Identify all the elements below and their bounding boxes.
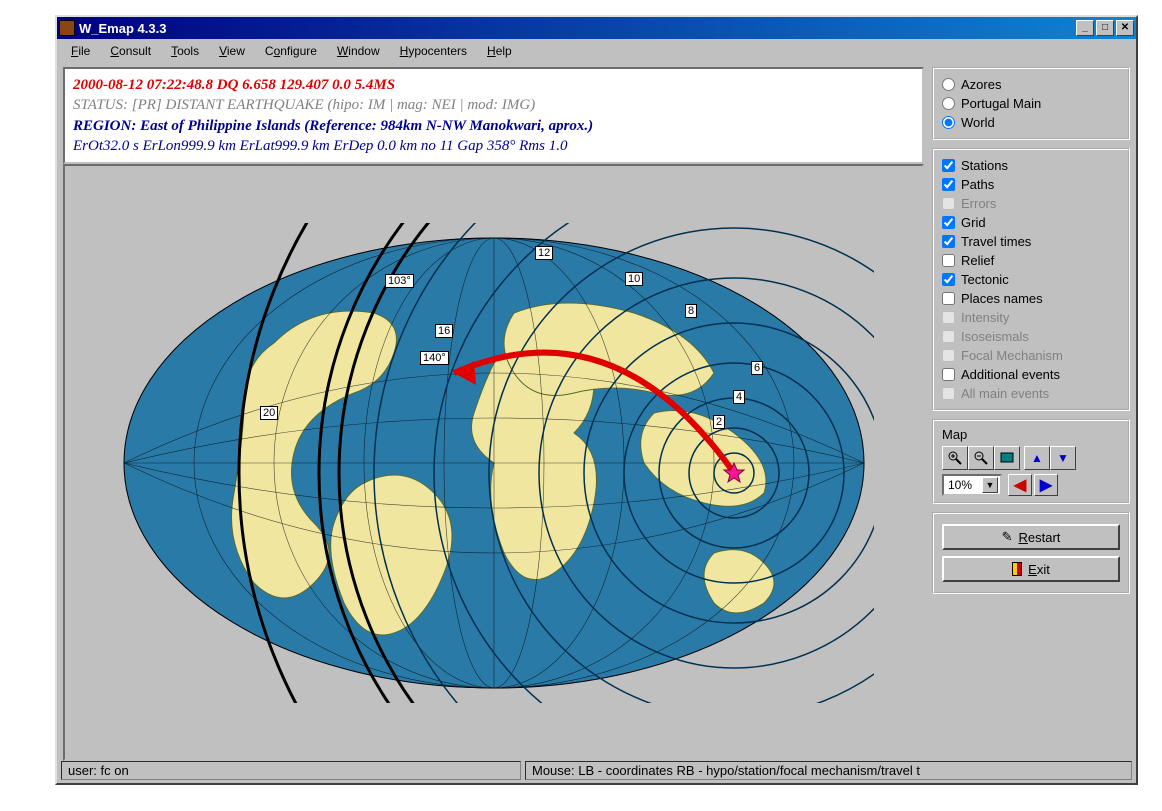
status-user: user: fc on (61, 761, 521, 780)
layer-label: Additional events (961, 367, 1060, 382)
nav-right-button[interactable]: ▶ (1034, 474, 1058, 496)
app-window: W_Emap 4.3.3 _ □ ✕ File Consult Tools Vi… (55, 15, 1138, 785)
layer-label: Paths (961, 177, 994, 192)
menu-hypocenters[interactable]: Hypocenters (392, 42, 475, 60)
label-t2: 2 (713, 415, 725, 429)
menu-help[interactable]: Help (479, 42, 520, 60)
layer-label: Errors (961, 196, 996, 211)
label-t10: 10 (625, 272, 643, 286)
close-button[interactable]: ✕ (1116, 20, 1134, 36)
nav-down-button[interactable]: ▼ (1050, 446, 1076, 470)
layer-paths[interactable]: Paths (942, 175, 1120, 194)
label-t12: 12 (535, 246, 553, 260)
window-title: W_Emap 4.3.3 (79, 21, 1076, 36)
nav-up-button[interactable]: ▲ (1024, 446, 1050, 470)
label-t20: 20 (260, 406, 278, 420)
arrow-down-icon: ▼ (1057, 451, 1069, 465)
layer-travel[interactable]: Travel times (942, 232, 1120, 251)
restart-button[interactable]: ✎ Restart (942, 524, 1120, 550)
layer-relief[interactable]: Relief (942, 251, 1120, 270)
label-d103: 103° (385, 274, 414, 288)
layer-label: Places names (961, 291, 1043, 306)
dropdown-icon: ▼ (982, 477, 998, 493)
layer-label: Travel times (961, 234, 1031, 249)
arrow-up-icon: ▲ (1031, 451, 1043, 465)
layer-label: Focal Mechanism (961, 348, 1063, 363)
layer-grid[interactable]: Grid (942, 213, 1120, 232)
region-world[interactable]: World (942, 113, 1120, 132)
menu-consult[interactable]: Consult (102, 42, 159, 60)
layer-errors: Errors (942, 194, 1120, 213)
layer-label: Relief (961, 253, 994, 268)
zoom-value: 10% (948, 478, 972, 492)
label-t8: 8 (685, 304, 697, 318)
layer-stations[interactable]: Stations (942, 156, 1120, 175)
info-status: STATUS: [PR] DISTANT EARTHQUAKE (hipo: I… (73, 95, 914, 115)
layers-panel: Stations Paths Errors Grid Travel times Relie… (932, 148, 1130, 411)
zoom-out-button[interactable] (968, 446, 994, 470)
layer-label: Tectonic (961, 272, 1009, 287)
label-t4: 4 (733, 390, 745, 404)
event-info-box: 2000-08-12 07:22:48.8 DQ 6.658 129.407 0… (63, 67, 924, 164)
region-portugal[interactable]: Portugal Main (942, 94, 1120, 113)
map-controls-panel: Map ▲ ▼ 10% ▼ (932, 419, 1130, 504)
label-t6: 6 (751, 361, 763, 375)
fit-screen-button[interactable] (994, 446, 1020, 470)
world-map-svg (114, 223, 874, 703)
layer-label: Stations (961, 158, 1008, 173)
screen-icon (1000, 451, 1014, 465)
app-icon (59, 20, 75, 36)
menubar: File Consult Tools View Configure Window… (57, 39, 1136, 63)
arrow-left-icon: ◀ (1014, 475, 1026, 495)
menu-view[interactable]: View (211, 42, 253, 60)
door-icon (1012, 562, 1022, 576)
zoom-in-button[interactable] (942, 446, 968, 470)
menu-window[interactable]: Window (329, 42, 388, 60)
pencil-icon: ✎ (1002, 529, 1013, 545)
info-region: REGION: East of Philippine Islands (Refe… (73, 116, 914, 136)
actions-panel: ✎ Restart Exit (932, 512, 1130, 594)
info-datetime-loc: 2000-08-12 07:22:48.8 DQ 6.658 129.407 0… (73, 75, 914, 95)
zoom-in-icon (948, 451, 962, 465)
zoom-select[interactable]: 10% ▼ (942, 474, 1002, 496)
arrow-right-icon: ▶ (1040, 475, 1052, 495)
nav-left-button[interactable]: ◀ (1008, 474, 1032, 496)
layer-places[interactable]: Places names (942, 289, 1120, 308)
layer-tectonic[interactable]: Tectonic (942, 270, 1120, 289)
label-d140: 140° (420, 351, 449, 365)
layer-isoseismals: Isoseismals (942, 327, 1120, 346)
layer-mainevents: All main events (942, 384, 1120, 403)
layer-focal: Focal Mechanism (942, 346, 1120, 365)
layer-addevents[interactable]: Additional events (942, 365, 1120, 384)
menu-file[interactable]: File (63, 42, 98, 60)
layer-label: Isoseismals (961, 329, 1029, 344)
region-panel: Azores Portugal Main World (932, 67, 1130, 140)
map-canvas[interactable]: 2 4 6 8 10 12 16 20 103° 140° (63, 164, 924, 761)
layer-label: Grid (961, 215, 986, 230)
titlebar: W_Emap 4.3.3 _ □ ✕ (57, 17, 1136, 39)
statusbar: user: fc on Mouse: LB - coordinates RB -… (57, 761, 1136, 783)
region-azores[interactable]: Azores (942, 75, 1120, 94)
exit-button[interactable]: Exit (942, 556, 1120, 582)
status-mouse-hints: Mouse: LB - coordinates RB - hypo/statio… (525, 761, 1132, 780)
zoom-out-icon (974, 451, 988, 465)
layer-intensity: Intensity (942, 308, 1120, 327)
layer-label: All main events (961, 386, 1049, 401)
maximize-button[interactable]: □ (1096, 20, 1114, 36)
layer-label: Intensity (961, 310, 1009, 325)
info-errors: ErOt32.0 s ErLon999.9 km ErLat999.9 km E… (73, 136, 914, 156)
menu-tools[interactable]: Tools (163, 42, 207, 60)
minimize-button[interactable]: _ (1076, 20, 1094, 36)
label-t16: 16 (435, 324, 453, 338)
map-controls-label: Map (942, 427, 1120, 442)
menu-configure[interactable]: Configure (257, 42, 325, 60)
